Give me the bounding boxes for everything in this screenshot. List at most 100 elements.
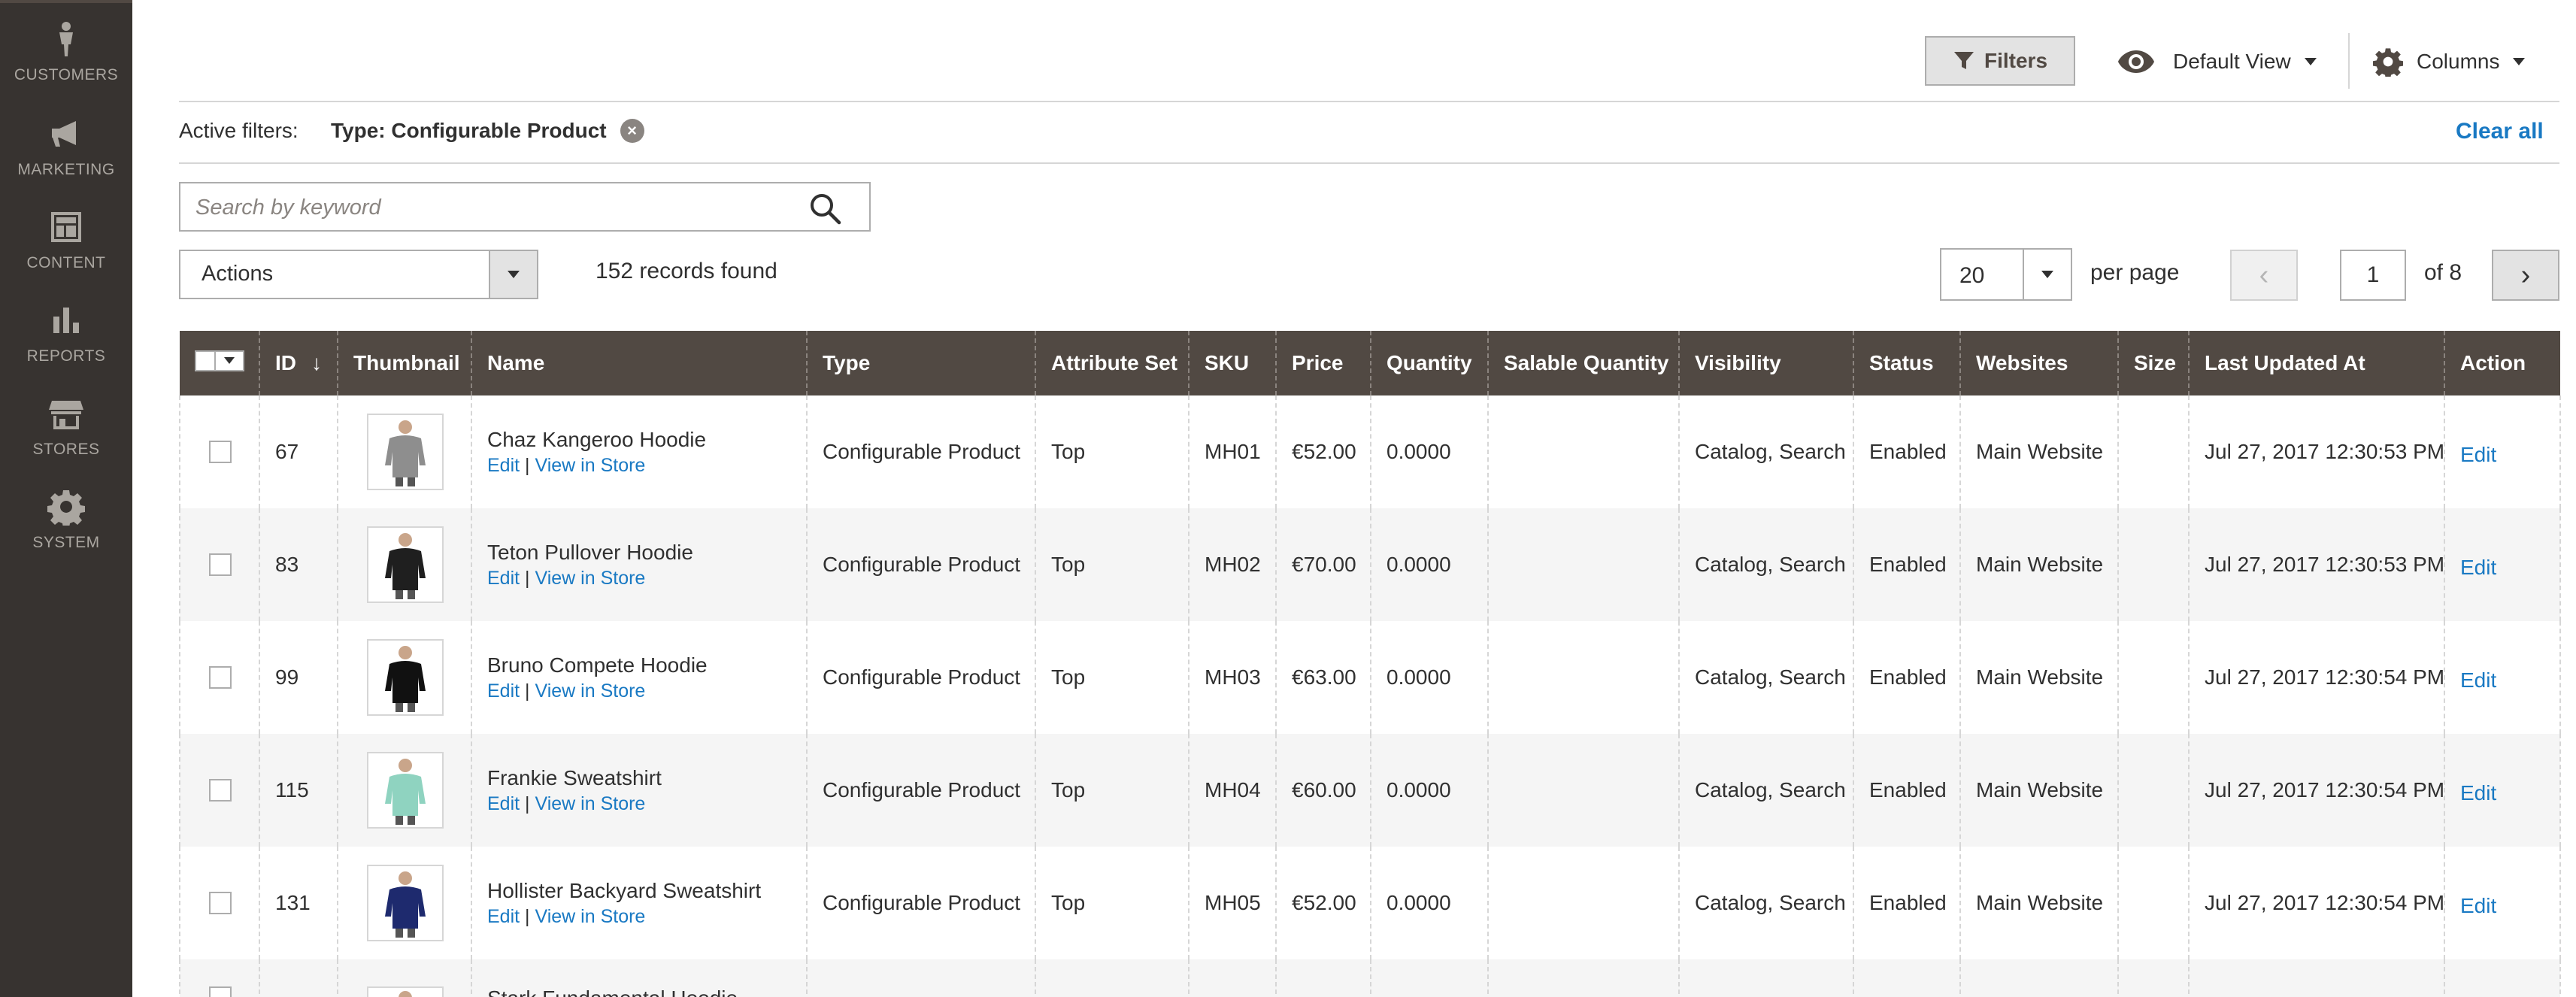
cell-name: Hollister Backyard Sweatshirt Edit | View… [471, 847, 808, 959]
row-checkbox[interactable] [209, 666, 232, 689]
view-in-store-link[interactable]: View in Store [535, 455, 646, 476]
actions-select[interactable]: Actions [179, 250, 538, 299]
column-header-sku[interactable]: SKU [1189, 331, 1277, 395]
product-thumbnail[interactable] [367, 414, 444, 490]
sidebar-item-label: REPORTS [26, 347, 106, 365]
table-row[interactable]: 83 Teton Pullover Hoodie Edit | View in St… [179, 508, 2561, 621]
product-name: Frankie Sweatshirt [487, 765, 662, 789]
product-thumbnail[interactable] [367, 639, 444, 716]
edit-link[interactable]: Edit [487, 906, 520, 927]
actions-dropdown-toggle[interactable] [489, 251, 537, 298]
cell-type: Configurable Product [807, 508, 1036, 621]
current-page-input[interactable]: 1 [2340, 250, 2406, 301]
table-row[interactable]: 99 Bruno Compete Hoodie Edit | View in Sto… [179, 621, 2561, 734]
cell-empty [1960, 959, 2119, 997]
cell-size [2118, 734, 2190, 847]
row-edit-link[interactable]: Edit [2460, 668, 2496, 692]
column-header-type[interactable]: Type [807, 331, 1036, 395]
edit-link[interactable]: Edit [487, 680, 520, 702]
cell-salable-quantity [1488, 734, 1680, 847]
row-edit-link[interactable]: Edit [2460, 556, 2496, 580]
column-header-visibility[interactable]: Visibility [1679, 331, 1854, 395]
column-header-quantity[interactable]: Quantity [1371, 331, 1489, 395]
edit-link[interactable]: Edit [487, 455, 520, 476]
remove-filter-icon[interactable]: × [620, 119, 644, 143]
cell-status: Enabled [1853, 395, 1961, 508]
row-checkbox[interactable] [209, 553, 232, 576]
default-view-dropdown[interactable]: Default View [2117, 39, 2317, 84]
column-header-websites[interactable]: Websites [1960, 331, 2119, 395]
row-checkbox[interactable] [209, 441, 232, 463]
cell-action: Edit [2444, 508, 2561, 621]
cell-type: Configurable Product [807, 734, 1036, 847]
product-thumbnail[interactable] [367, 752, 444, 829]
cell-type: Configurable Product [807, 621, 1036, 734]
table-row[interactable]: 131 Hollister Backyard Sweatshirt Edit | V… [179, 847, 2561, 959]
edit-link[interactable]: Edit [487, 793, 520, 814]
cell-quantity: 0.0000 [1371, 395, 1489, 508]
per-page-dropdown-toggle[interactable] [2023, 250, 2071, 299]
edit-link[interactable]: Edit [487, 568, 520, 589]
per-page-select[interactable]: 20 [1940, 248, 2072, 301]
column-header-price[interactable]: Price [1276, 331, 1371, 395]
column-header-id[interactable]: ID ↓ [259, 331, 338, 395]
next-page-button[interactable]: › [2492, 250, 2559, 301]
product-figure-icon [385, 646, 426, 712]
previous-page-button[interactable]: ‹ [2230, 250, 2298, 301]
row-checkbox[interactable] [209, 986, 232, 997]
cell-quantity: 0.0000 [1371, 734, 1489, 847]
column-header-attribute-set[interactable]: Attribute Set [1035, 331, 1190, 395]
sidebar-item-system[interactable]: SYSTEM [0, 471, 132, 564]
column-header-size[interactable]: Size [2118, 331, 2190, 395]
view-in-store-link[interactable]: View in Store [535, 793, 646, 814]
cell-id: 67 [259, 395, 338, 508]
column-header-status[interactable]: Status [1853, 331, 1961, 395]
cell-empty [1276, 959, 1371, 997]
sidebar-item-content[interactable]: CONTENT [0, 191, 132, 284]
column-header-last-updated[interactable]: Last Updated At [2189, 331, 2445, 395]
clear-all-link[interactable]: Clear all [2456, 119, 2544, 144]
sidebar-item-reports[interactable]: REPORTS [0, 284, 132, 377]
row-edit-link[interactable]: Edit [2460, 781, 2496, 805]
search-input[interactable] [195, 192, 782, 223]
row-edit-link[interactable]: Edit [2460, 894, 2496, 918]
columns-dropdown[interactable]: Columns [2373, 39, 2526, 84]
sidebar-item-label: SYSTEM [32, 534, 100, 551]
eye-icon [2118, 50, 2154, 73]
cell-status: Enabled [1853, 621, 1961, 734]
row-edit-link[interactable]: Edit [2460, 443, 2496, 467]
row-checkbox[interactable] [209, 779, 232, 802]
table-row[interactable]: 67 Chaz Kangeroo Hoodie Edit | View in Sto… [179, 395, 2561, 508]
chevron-right-icon: › [2520, 259, 2531, 291]
link-separator: | [525, 680, 530, 702]
column-header-name[interactable]: Name [471, 331, 808, 395]
cell-quantity: 0.0000 [1371, 847, 1489, 959]
search-icon[interactable] [808, 191, 842, 226]
view-in-store-link[interactable]: View in Store [535, 568, 646, 589]
filters-button[interactable]: Filters [1925, 36, 2075, 86]
mass-select-checkbox[interactable] [195, 350, 244, 371]
product-thumbnail[interactable] [367, 526, 444, 603]
row-checkbox[interactable] [209, 892, 232, 914]
cell-last-updated: Jul 27, 2017 12:30:54 PM [2189, 734, 2445, 847]
sidebar-item-stores[interactable]: STORES [0, 377, 132, 471]
table-row[interactable]: 115 Frankie Sweatshirt Edit | View in Stor… [179, 734, 2561, 847]
megaphone-icon [44, 111, 89, 156]
cell-salable-quantity [1488, 395, 1680, 508]
cell-action: Edit [2444, 734, 2561, 847]
product-name: Chaz Kangeroo Hoodie [487, 427, 707, 451]
view-in-store-link[interactable]: View in Store [535, 906, 646, 927]
product-thumbnail[interactable] [367, 865, 444, 941]
view-in-store-link[interactable]: View in Store [535, 680, 646, 702]
filters-divider-line [179, 162, 2559, 164]
cell-last-updated: Jul 27, 2017 12:30:54 PM [2189, 621, 2445, 734]
mass-select-header[interactable] [180, 331, 260, 395]
link-separator: | [525, 567, 530, 589]
sidebar-item-customers[interactable]: CUSTOMERS [0, 3, 132, 96]
sidebar-item-marketing[interactable]: MARKETING [0, 98, 132, 191]
table-row[interactable]: Stark Fundamental Hoodie [179, 959, 2561, 997]
cell-thumbnail [338, 734, 472, 847]
product-thumbnail[interactable] [367, 986, 444, 997]
cell-size [2118, 847, 2190, 959]
per-page-label: per page [2090, 260, 2180, 285]
